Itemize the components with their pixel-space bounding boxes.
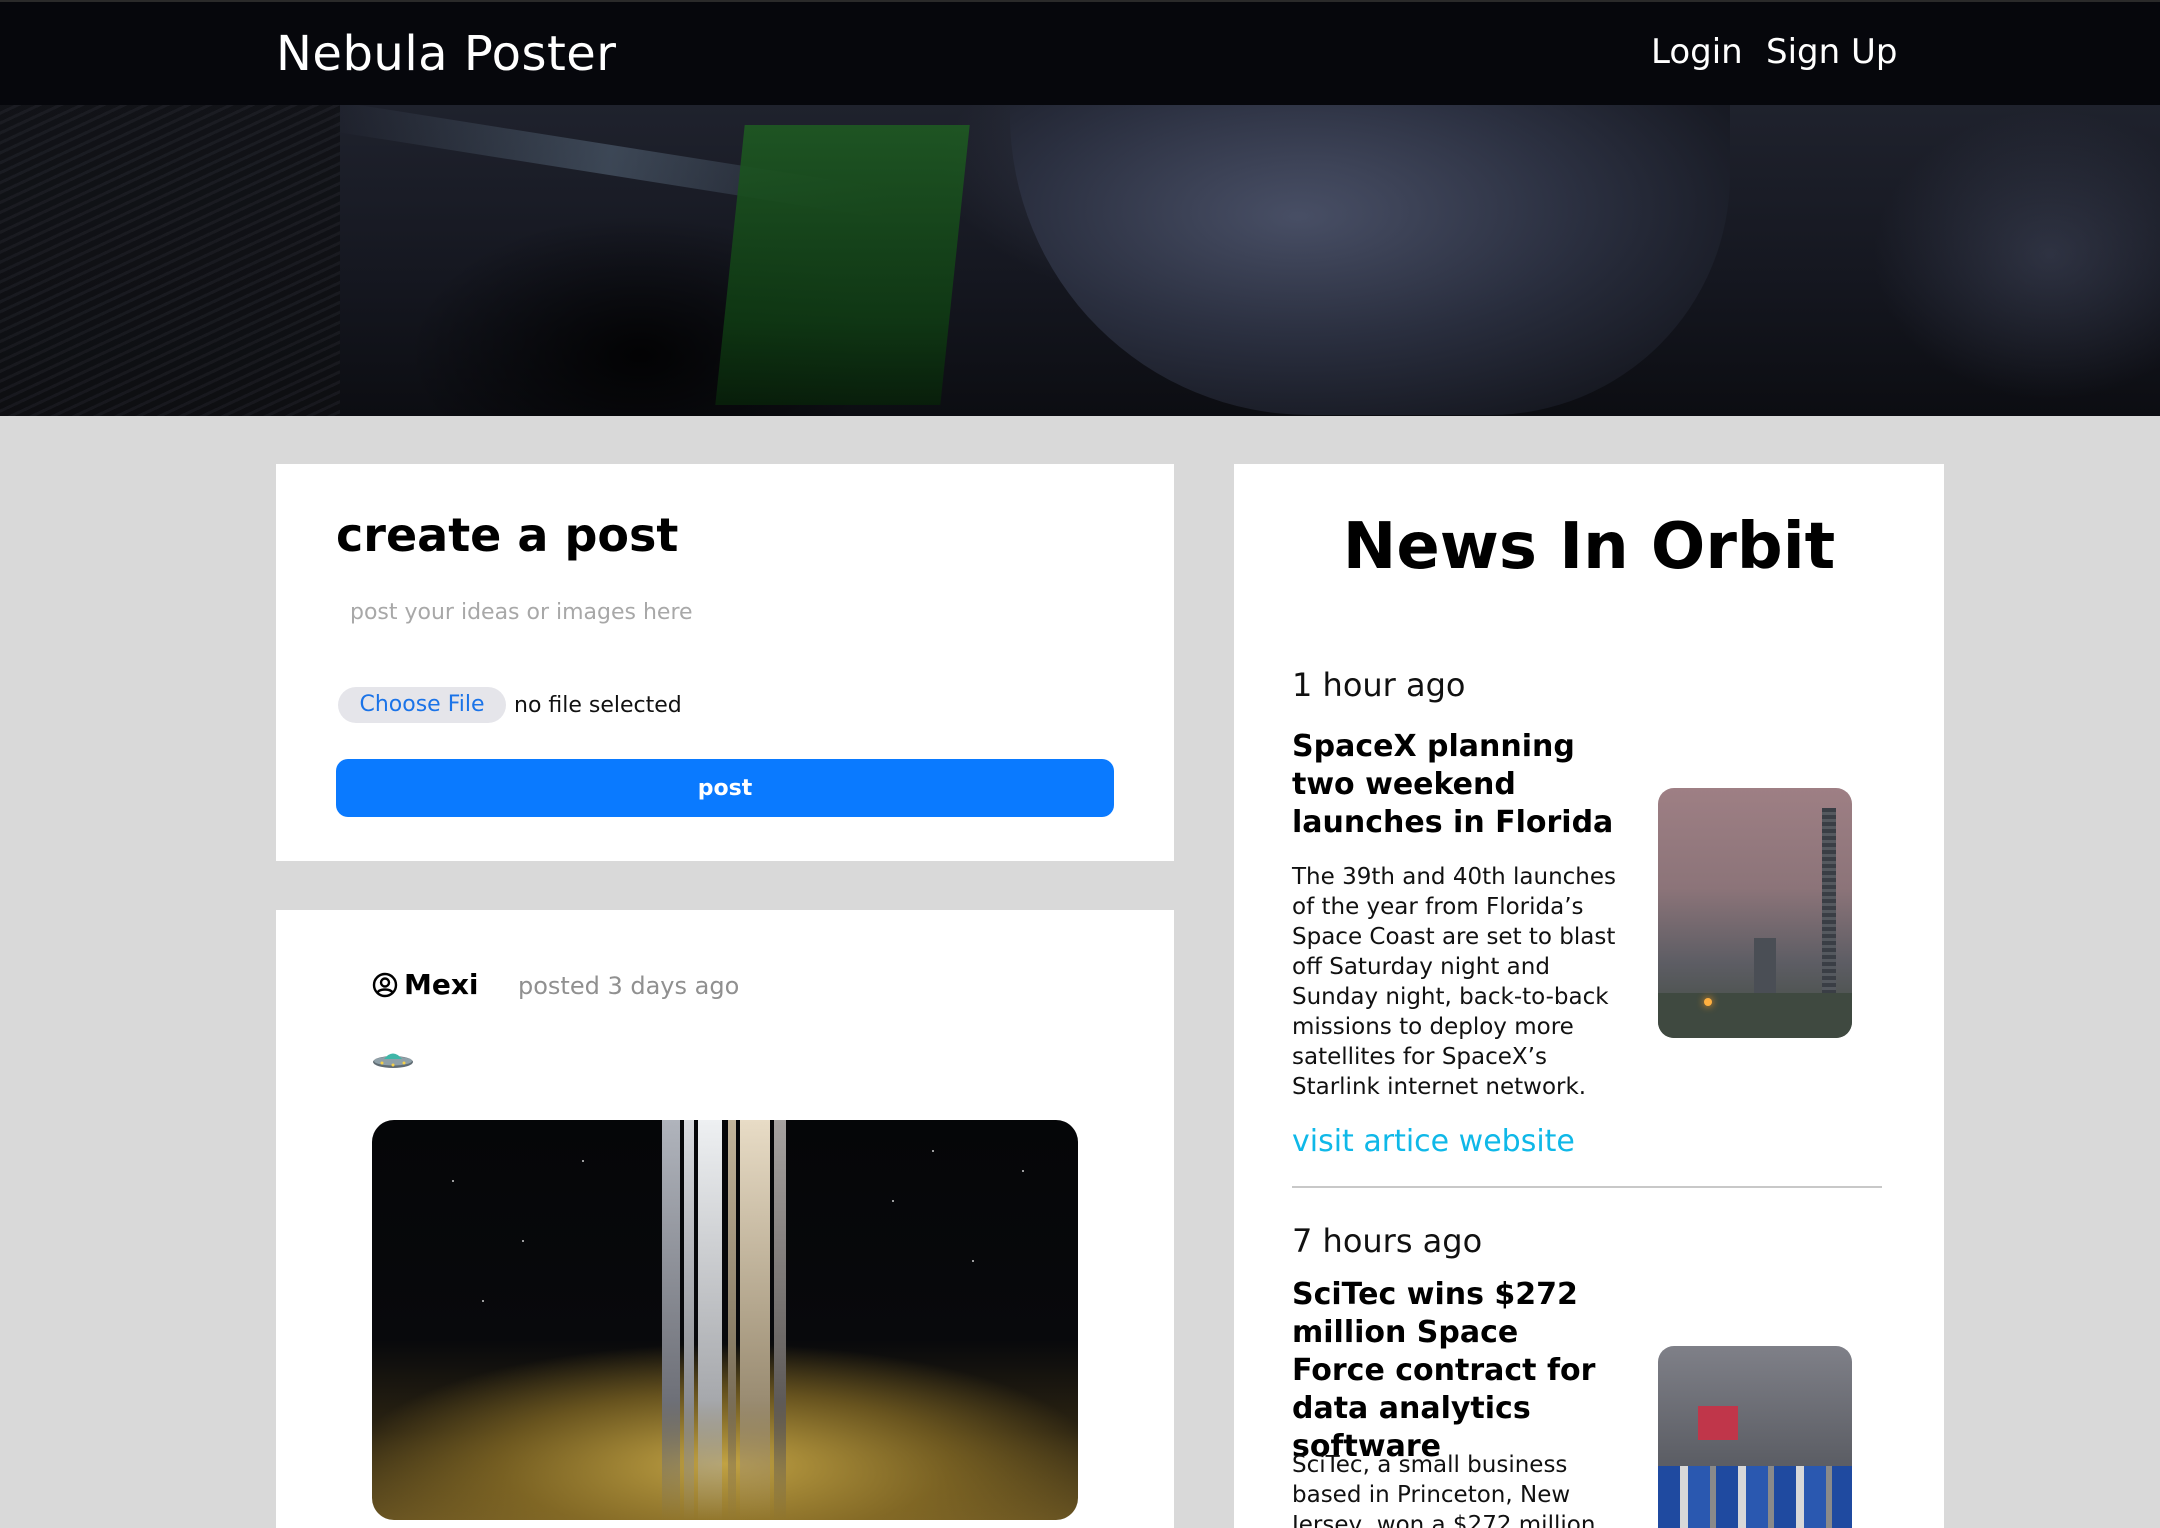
- news-divider: [1292, 1186, 1882, 1188]
- news-thumbnail-launch-tower[interactable]: [1658, 788, 1852, 1038]
- choose-file-button[interactable]: Choose File: [338, 687, 506, 723]
- news-title: News In Orbit: [1342, 510, 1836, 584]
- news-summary: SciTec, a small business based in Prince…: [1292, 1452, 1596, 1528]
- post-submit-button[interactable]: post: [336, 759, 1114, 817]
- post-timestamp: posted 3 days ago: [518, 972, 740, 1000]
- post-author-name: Mexi: [404, 968, 479, 1001]
- ufo-icon: [373, 1053, 413, 1068]
- post-image-saturn-rings[interactable]: [372, 1120, 1078, 1520]
- news-item: 7 hours ago SciTec wins $272 million Spa…: [1292, 1222, 1892, 1528]
- user-circle-icon: [372, 972, 398, 997]
- news-headline[interactable]: SciTec wins $272 million Space Force con…: [1292, 1276, 1612, 1466]
- navbar: Nebula Poster Login Sign Up: [0, 0, 2160, 105]
- hero-green-panel: [715, 125, 970, 405]
- post-author[interactable]: Mexi: [372, 968, 479, 1001]
- news-summary: The 39th and 40th launches of the year f…: [1292, 864, 1617, 1100]
- create-post-title: create a post: [336, 508, 679, 562]
- news-article-link[interactable]: visit artice website: [1292, 1124, 1575, 1159]
- hero-banner: [0, 105, 2160, 416]
- post-text-input[interactable]: [336, 590, 1116, 634]
- news-item: 1 hour ago SpaceX planning two weekend l…: [1292, 666, 1892, 1159]
- hero-spacesuit: [1010, 105, 1730, 415]
- signup-link[interactable]: Sign Up: [1766, 32, 1897, 72]
- news-time: 7 hours ago: [1292, 1222, 1483, 1260]
- create-post-card: create a post Choose File no file select…: [276, 464, 1174, 861]
- hero-ground: [0, 105, 340, 416]
- file-status-text: no file selected: [514, 693, 682, 718]
- login-link[interactable]: Login: [1651, 32, 1743, 72]
- news-thumbnail-office[interactable]: [1658, 1346, 1852, 1528]
- news-headline[interactable]: SpaceX planning two weekend launches in …: [1292, 728, 1632, 842]
- news-time: 1 hour ago: [1292, 666, 1466, 704]
- feed-post-card: Mexi posted 3 days ago: [276, 910, 1174, 1528]
- news-card: News In Orbit 1 hour ago SpaceX planning…: [1234, 464, 1944, 1528]
- brand-logo[interactable]: Nebula Poster: [276, 26, 617, 82]
